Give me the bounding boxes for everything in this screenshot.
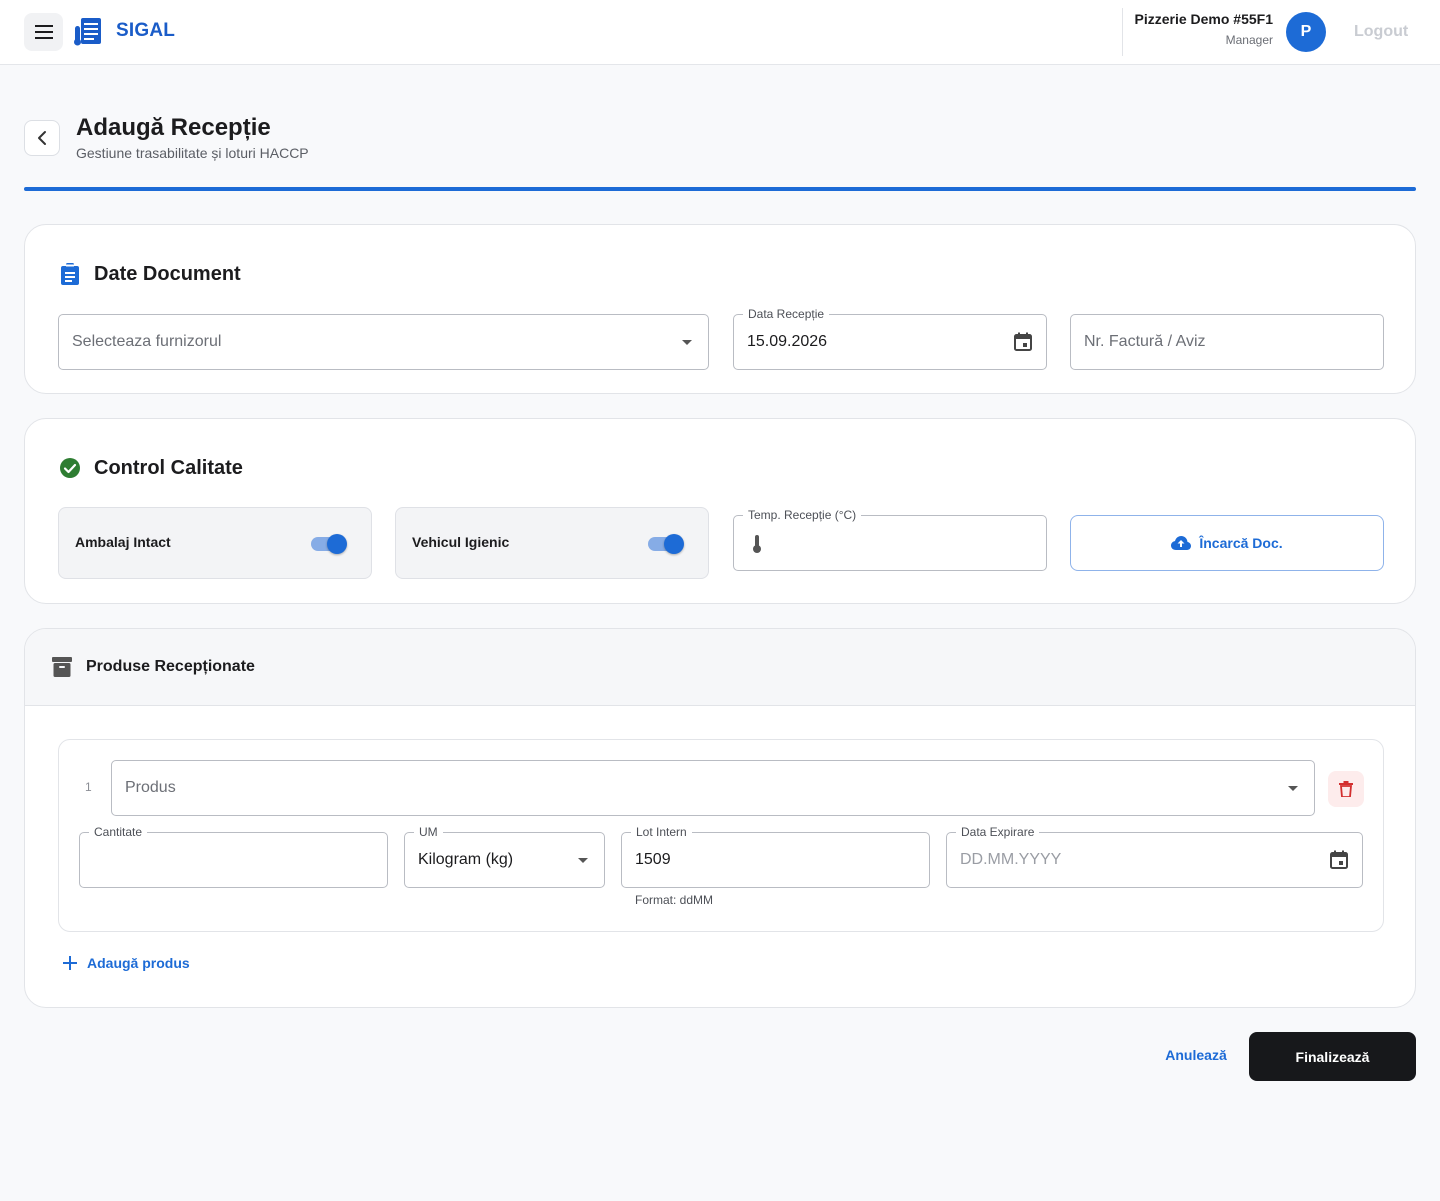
brand-name: SIGAL bbox=[116, 20, 176, 41]
calendar-icon[interactable] bbox=[1012, 331, 1034, 353]
calendar-icon[interactable] bbox=[1328, 849, 1350, 871]
quantity-label: Cantitate bbox=[89, 825, 148, 839]
invoice-placeholder: Nr. Factură / Aviz bbox=[1084, 333, 1206, 350]
product-select[interactable]: Produs bbox=[111, 760, 1315, 816]
hamburger-menu-icon bbox=[34, 25, 53, 39]
add-product-label: Adaugă produs bbox=[87, 955, 190, 971]
finalize-button[interactable]: Finalizează bbox=[1249, 1032, 1416, 1081]
reception-date-label: Data Recepție bbox=[743, 307, 830, 321]
document-card-title: Date Document bbox=[94, 263, 241, 285]
archive-box-icon bbox=[52, 657, 72, 677]
cancel-button[interactable]: Anulează bbox=[1160, 1039, 1232, 1071]
avatar[interactable]: P bbox=[1286, 12, 1326, 52]
upload-document-label: Încarcă Doc. bbox=[1199, 535, 1283, 551]
internal-lot-input[interactable]: Lot Intern 1509 bbox=[621, 825, 930, 888]
product-placeholder: Produs bbox=[125, 779, 176, 796]
cloud-upload-icon bbox=[1171, 536, 1192, 550]
upload-document-button[interactable]: Încarcă Doc. bbox=[1070, 515, 1384, 571]
user-name: Pizzerie Demo #55F1 bbox=[1134, 11, 1273, 27]
internal-lot-label: Lot Intern bbox=[631, 825, 692, 839]
trash-icon bbox=[1339, 781, 1353, 797]
packaging-intact-switch[interactable] bbox=[309, 532, 349, 556]
supplier-placeholder: Selecteaza furnizorul bbox=[72, 333, 222, 350]
top-bar: SIGAL Pizzerie Demo #55F1 Manager P Logo… bbox=[0, 0, 1440, 65]
expiry-date-placeholder: DD.MM.YYYY bbox=[960, 851, 1062, 868]
add-product-button[interactable]: Adaugă produs bbox=[63, 955, 190, 971]
topbar-divider bbox=[1122, 8, 1123, 56]
packaging-intact-label: Ambalaj Intact bbox=[75, 534, 171, 550]
plus-icon bbox=[63, 956, 77, 970]
unit-select[interactable]: UM Kilogram (kg) bbox=[404, 825, 605, 888]
accent-divider bbox=[24, 187, 1416, 191]
dropdown-arrow-icon bbox=[682, 340, 692, 345]
products-card: Produse Recepționate 1 Produs Cantitate … bbox=[24, 628, 1416, 1008]
reception-date-field[interactable]: Data Recepție 15.09.2026 bbox=[733, 307, 1047, 370]
invoice-number-input[interactable]: Nr. Factură / Aviz bbox=[1070, 314, 1384, 370]
back-button[interactable] bbox=[24, 120, 60, 156]
page-subtitle: Gestiune trasabilitate și loturi HACCP bbox=[76, 145, 309, 161]
expiry-date-field[interactable]: Data Expirare DD.MM.YYYY bbox=[946, 825, 1363, 888]
vehicle-hygienic-label: Vehicul Igienic bbox=[412, 534, 510, 550]
quantity-input[interactable]: Cantitate bbox=[79, 825, 388, 888]
reception-temperature-input[interactable]: Temp. Recepție (°C) bbox=[733, 508, 1047, 571]
products-header: Produse Recepționate bbox=[25, 629, 1415, 706]
vehicle-hygienic-switch[interactable] bbox=[646, 532, 686, 556]
thermometer-icon bbox=[753, 535, 761, 553]
logout-button[interactable]: Logout bbox=[1354, 23, 1408, 41]
products-card-title: Produse Recepționate bbox=[86, 658, 255, 675]
temperature-label: Temp. Recepție (°C) bbox=[743, 508, 862, 522]
switch-thumb bbox=[327, 534, 347, 554]
clipboard-icon bbox=[61, 263, 79, 285]
delete-product-button[interactable] bbox=[1328, 771, 1364, 807]
dropdown-arrow-icon bbox=[578, 858, 588, 863]
unit-label: UM bbox=[414, 825, 443, 839]
document-card: Date Document Selecteaza furnizorul Data… bbox=[24, 224, 1416, 394]
unit-value: Kilogram (kg) bbox=[418, 851, 514, 868]
internal-lot-value: 1509 bbox=[635, 851, 671, 868]
quality-card-title: Control Calitate bbox=[94, 457, 243, 479]
lot-format-helper: Format: ddMM bbox=[635, 893, 714, 907]
packaging-intact-toggle-box: Ambalaj Intact bbox=[58, 507, 372, 579]
expiry-date-label: Data Expirare bbox=[956, 825, 1040, 839]
user-role: Manager bbox=[1225, 33, 1273, 47]
switch-thumb bbox=[664, 534, 684, 554]
product-row-index: 1 bbox=[85, 780, 92, 794]
check-circle-icon bbox=[60, 458, 80, 478]
dropdown-arrow-icon bbox=[1288, 786, 1298, 791]
reception-date-value: 15.09.2026 bbox=[747, 333, 828, 350]
quality-card: Control Calitate Ambalaj Intact Vehicul … bbox=[24, 418, 1416, 604]
chevron-left-icon bbox=[38, 131, 46, 145]
logo-icon bbox=[74, 18, 101, 46]
product-row: 1 Produs Cantitate UM Kilogram (kg) Lot … bbox=[58, 739, 1384, 932]
page-title: Adaugă Recepție bbox=[76, 114, 271, 141]
supplier-select[interactable]: Selecteaza furnizorul bbox=[58, 314, 709, 370]
vehicle-hygienic-toggle-box: Vehicul Igienic bbox=[395, 507, 709, 579]
menu-button[interactable] bbox=[24, 13, 63, 51]
